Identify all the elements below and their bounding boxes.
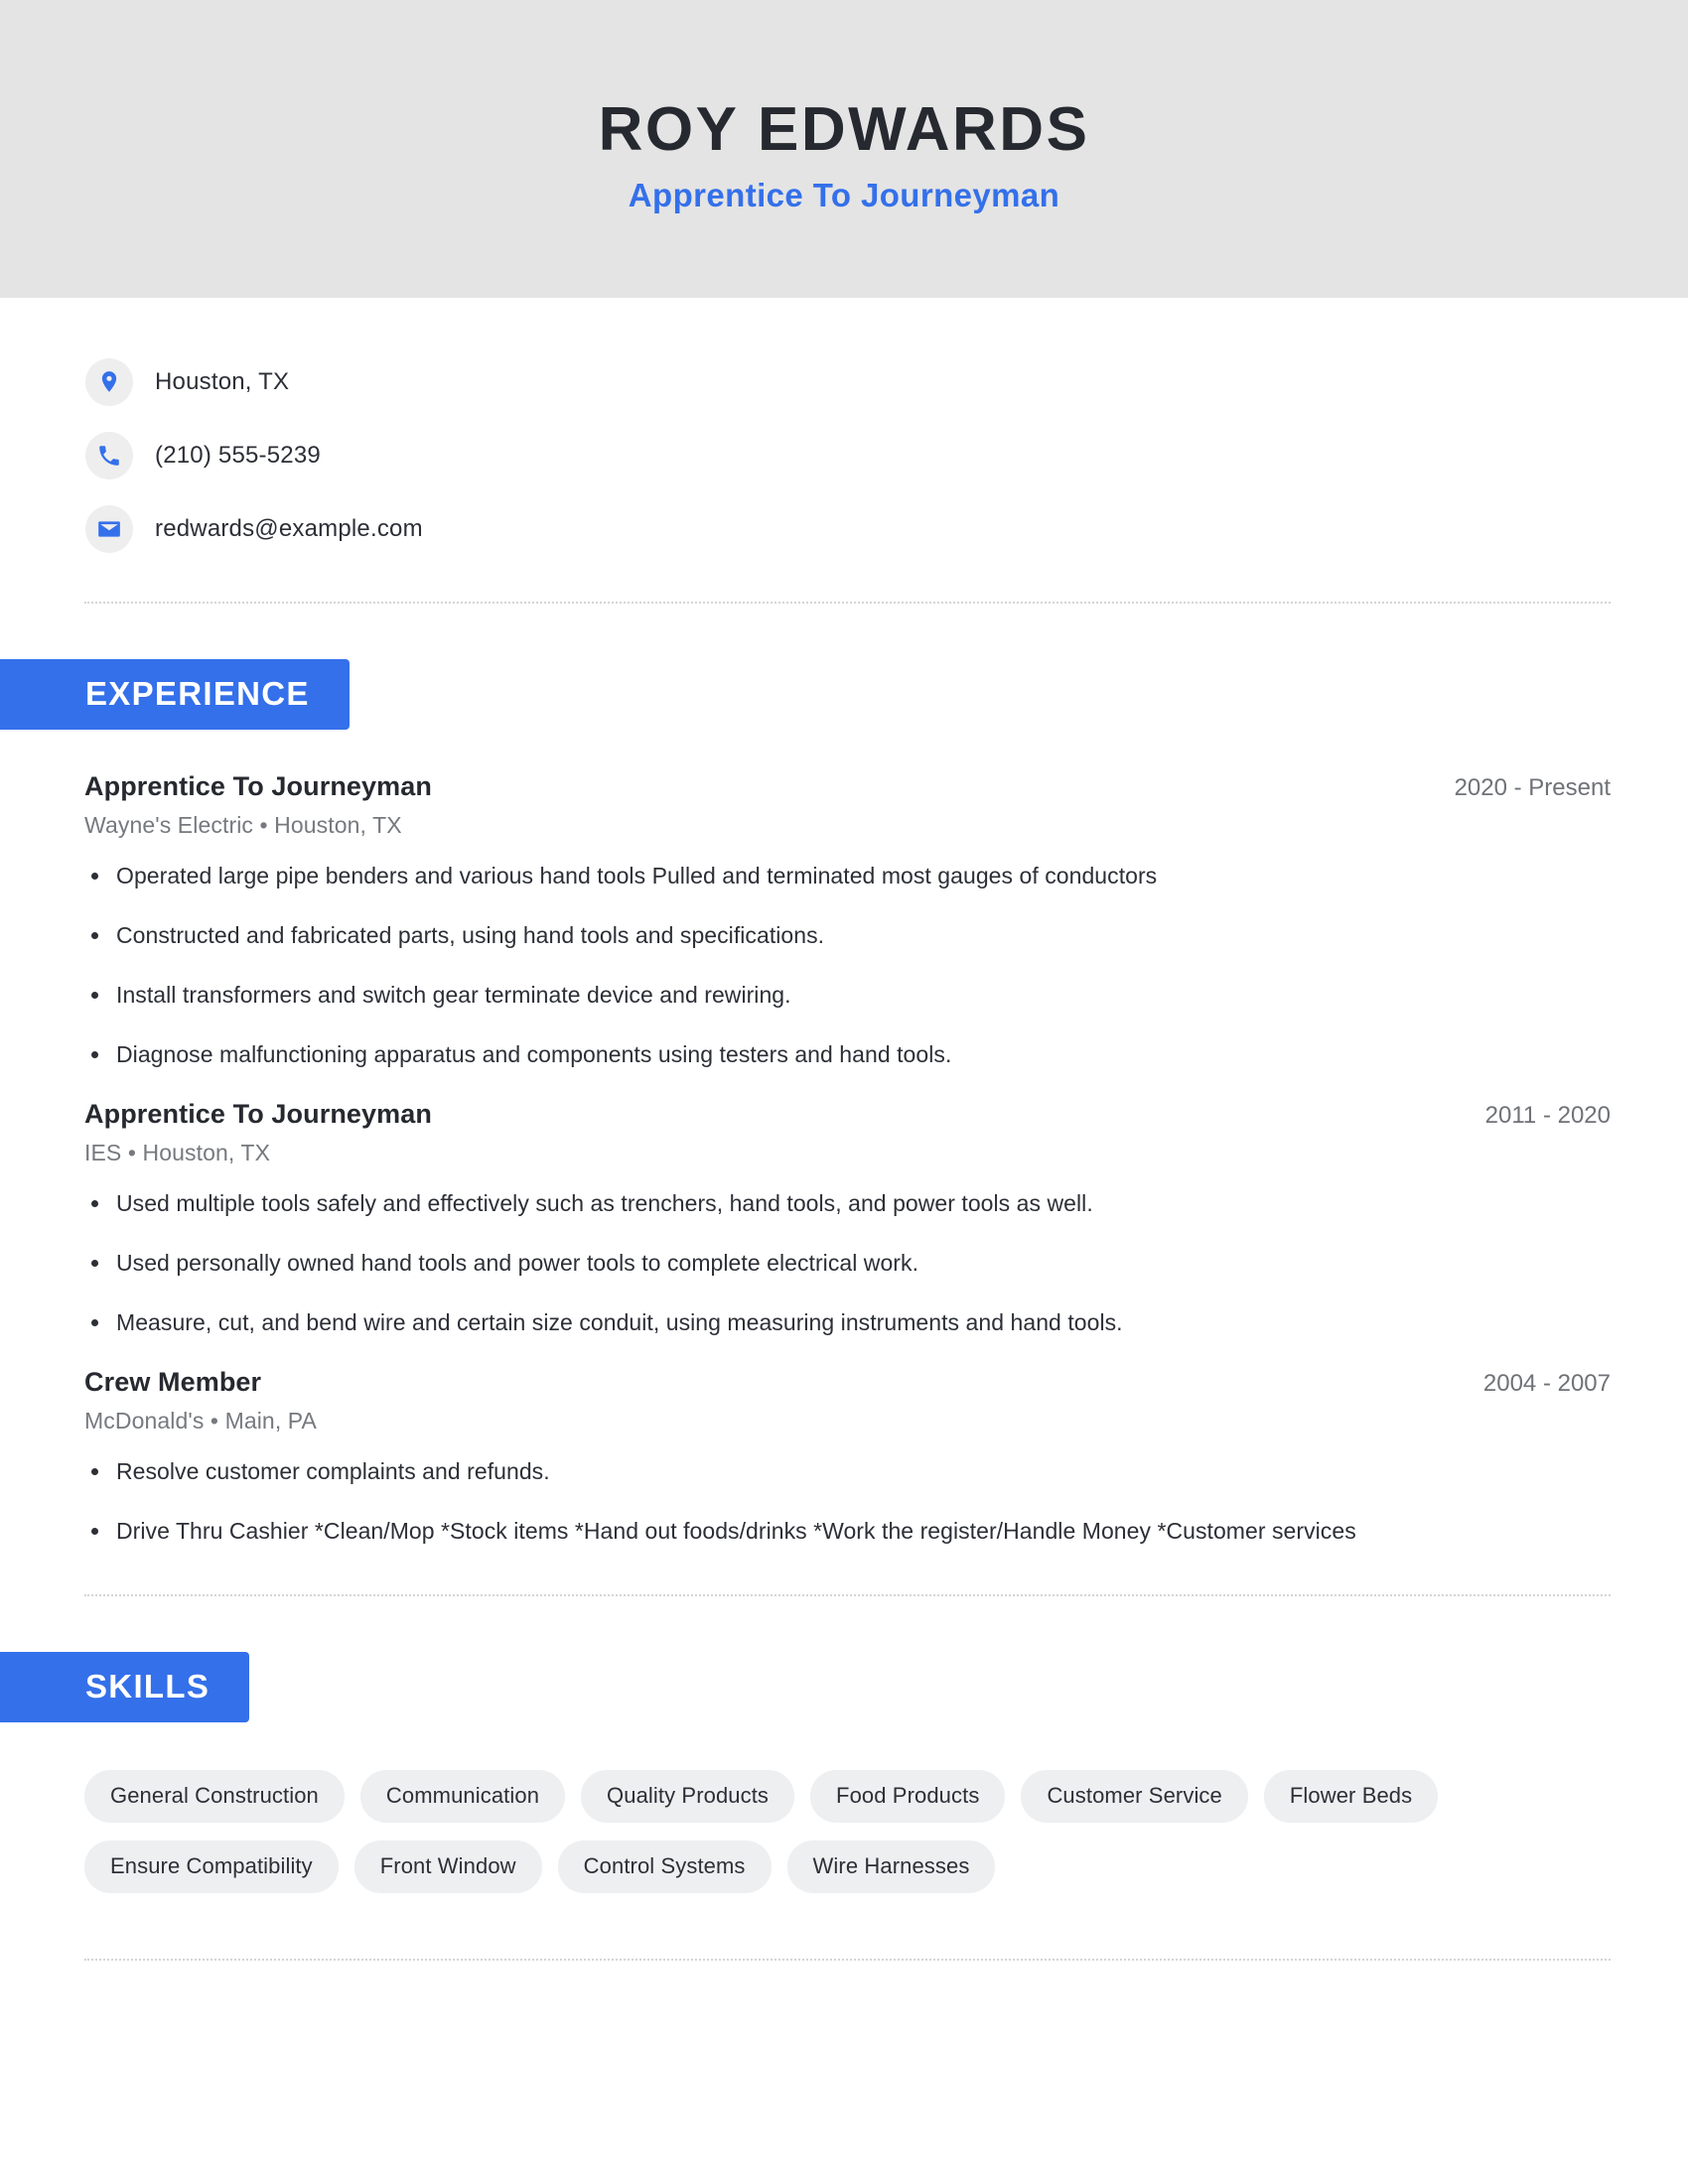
experience-bullet: Operated large pipe benders and various …	[84, 861, 1611, 891]
experience-job-dates: 2011 - 2020	[1484, 1102, 1611, 1130]
skill-chip: Wire Harnesses	[786, 1841, 996, 1894]
page-title: ROY EDWARDS	[598, 95, 1090, 165]
skills-list: General Construction Communication Quali…	[0, 1770, 1612, 1894]
experience-bullet: Measure, cut, and bend wire and certain …	[84, 1307, 1611, 1338]
experience-section-heading: EXPERIENCE	[0, 659, 350, 730]
experience-job-meta: McDonald's • Main, PA	[84, 1408, 317, 1434]
envelope-icon	[85, 505, 133, 553]
skill-chip: Communication	[359, 1770, 566, 1824]
experience-entry: Apprentice To Journeyman 2020 - Present …	[84, 771, 1611, 1070]
experience-bullets: Operated large pipe benders and various …	[84, 861, 1611, 1070]
experience-entry-header: Apprentice To Journeyman 2020 - Present	[84, 771, 1611, 802]
experience-job-title: Crew Member	[84, 1367, 262, 1398]
experience-entry-header: Crew Member 2004 - 2007	[84, 1367, 1611, 1398]
experience-bullet: Drive Thru Cashier *Clean/Mop *Stock ite…	[84, 1516, 1611, 1547]
contact-email-text: redwards@example.com	[155, 515, 423, 542]
skills-section-heading-wrap: SKILLS	[0, 1652, 1688, 1723]
divider-after-experience	[84, 1594, 1611, 1597]
experience-job-title: Apprentice To Journeyman	[84, 1099, 432, 1130]
contact-row-location: Houston, TX	[85, 345, 1688, 419]
phone-icon	[85, 432, 133, 479]
experience-bullet: Install transformers and switch gear ter…	[84, 980, 1611, 1011]
skill-chip: Quality Products	[581, 1770, 795, 1824]
skill-chip: Control Systems	[557, 1841, 772, 1894]
header-subtitle: Apprentice To Journeyman	[628, 176, 1060, 213]
experience-job-dates: 2004 - 2007	[1482, 1370, 1611, 1398]
contact-location-text: Houston, TX	[155, 368, 290, 395]
experience-entry-header: Apprentice To Journeyman 2011 - 2020	[84, 1099, 1611, 1130]
skills-section-heading: SKILLS	[0, 1652, 250, 1723]
location-pin-icon	[85, 358, 133, 406]
experience-bullet: Used personally owned hand tools and pow…	[84, 1248, 1611, 1279]
skill-chip: Flower Beds	[1263, 1770, 1439, 1824]
contact-row-email: redwards@example.com	[85, 492, 1688, 566]
experience-entry: Crew Member 2004 - 2007 McDonald's • Mai…	[84, 1367, 1611, 1547]
skill-chip: General Construction	[84, 1770, 345, 1824]
skill-chip: Ensure Compatibility	[84, 1841, 339, 1894]
experience-job-meta: Wayne's Electric • Houston, TX	[84, 812, 402, 838]
experience-bullet: Diagnose malfunctioning apparatus and co…	[84, 1039, 1611, 1070]
experience-entry: Apprentice To Journeyman 2011 - 2020 IES…	[84, 1099, 1611, 1338]
experience-job-title: Apprentice To Journeyman	[84, 771, 432, 801]
experience-bullets: Resolve customer complaints and refunds.…	[84, 1456, 1611, 1547]
skill-chip: Food Products	[810, 1770, 1006, 1824]
contact-block: Houston, TX (210) 555-5239 redwards@exam…	[0, 298, 1688, 566]
skill-chip: Front Window	[353, 1841, 542, 1894]
divider-after-skills	[84, 1959, 1611, 1962]
experience-bullet: Used multiple tools safely and effective…	[84, 1188, 1611, 1219]
divider-after-contact	[84, 602, 1611, 604]
contact-row-phone: (210) 555-5239	[85, 419, 1688, 492]
resume-header: ROY EDWARDS Apprentice To Journeyman	[0, 0, 1688, 298]
experience-bullet: Constructed and fabricated parts, using …	[84, 920, 1611, 951]
contact-phone-text: (210) 555-5239	[155, 442, 321, 469]
experience-job-dates: 2020 - Present	[1454, 774, 1611, 801]
experience-section-heading-wrap: EXPERIENCE	[0, 659, 1688, 730]
experience-job-meta: IES • Houston, TX	[84, 1140, 271, 1166]
resume-page: ROY EDWARDS Apprentice To Journeyman Hou…	[0, 0, 1688, 2184]
experience-bullet: Resolve customer complaints and refunds.	[84, 1456, 1611, 1487]
experience-bullets: Used multiple tools safely and effective…	[84, 1188, 1611, 1338]
experience-list: Apprentice To Journeyman 2020 - Present …	[0, 771, 1688, 1547]
skill-chip: Customer Service	[1021, 1770, 1248, 1824]
